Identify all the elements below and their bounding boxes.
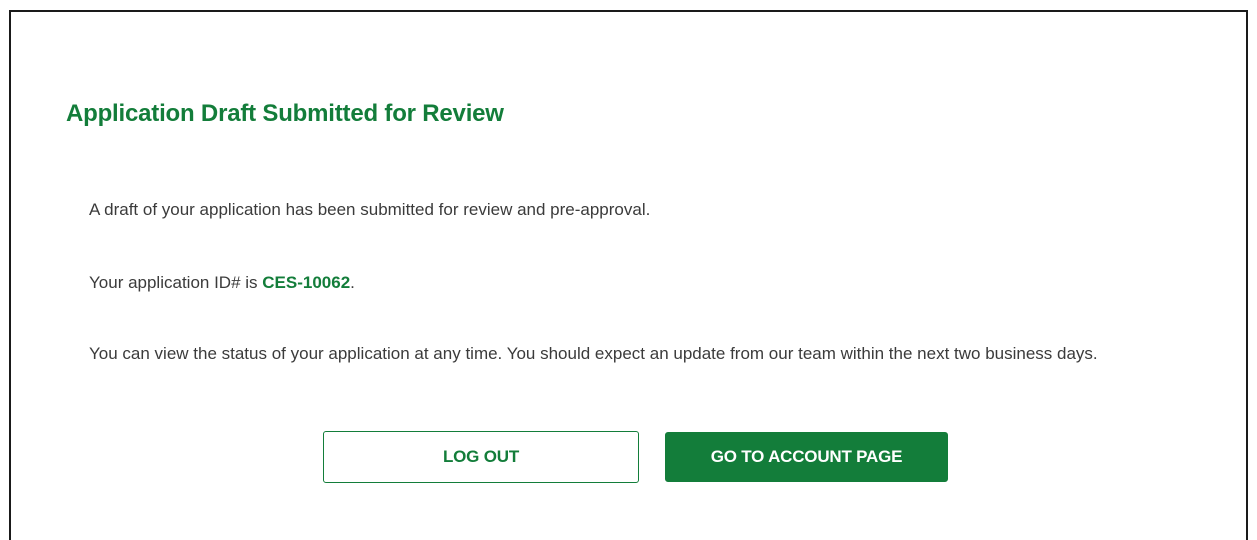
status-message: You can view the status of your applicat… <box>89 344 1098 363</box>
application-id-value: CES-10062 <box>262 273 351 292</box>
page-title: Application Draft Submitted for Review <box>66 100 504 127</box>
application-id-message: Your application ID# is CES-10062. <box>89 271 1209 295</box>
application-id-prefix: Your application ID# is <box>89 273 263 292</box>
go-to-account-page-button[interactable]: GO TO ACCOUNT PAGE <box>665 432 948 482</box>
log-out-button[interactable]: LOG OUT <box>323 431 639 483</box>
submission-message: A draft of your application has been sub… <box>89 200 651 219</box>
confirmation-panel: Application Draft Submitted for Review A… <box>9 10 1248 540</box>
application-id-suffix: . <box>350 273 355 292</box>
